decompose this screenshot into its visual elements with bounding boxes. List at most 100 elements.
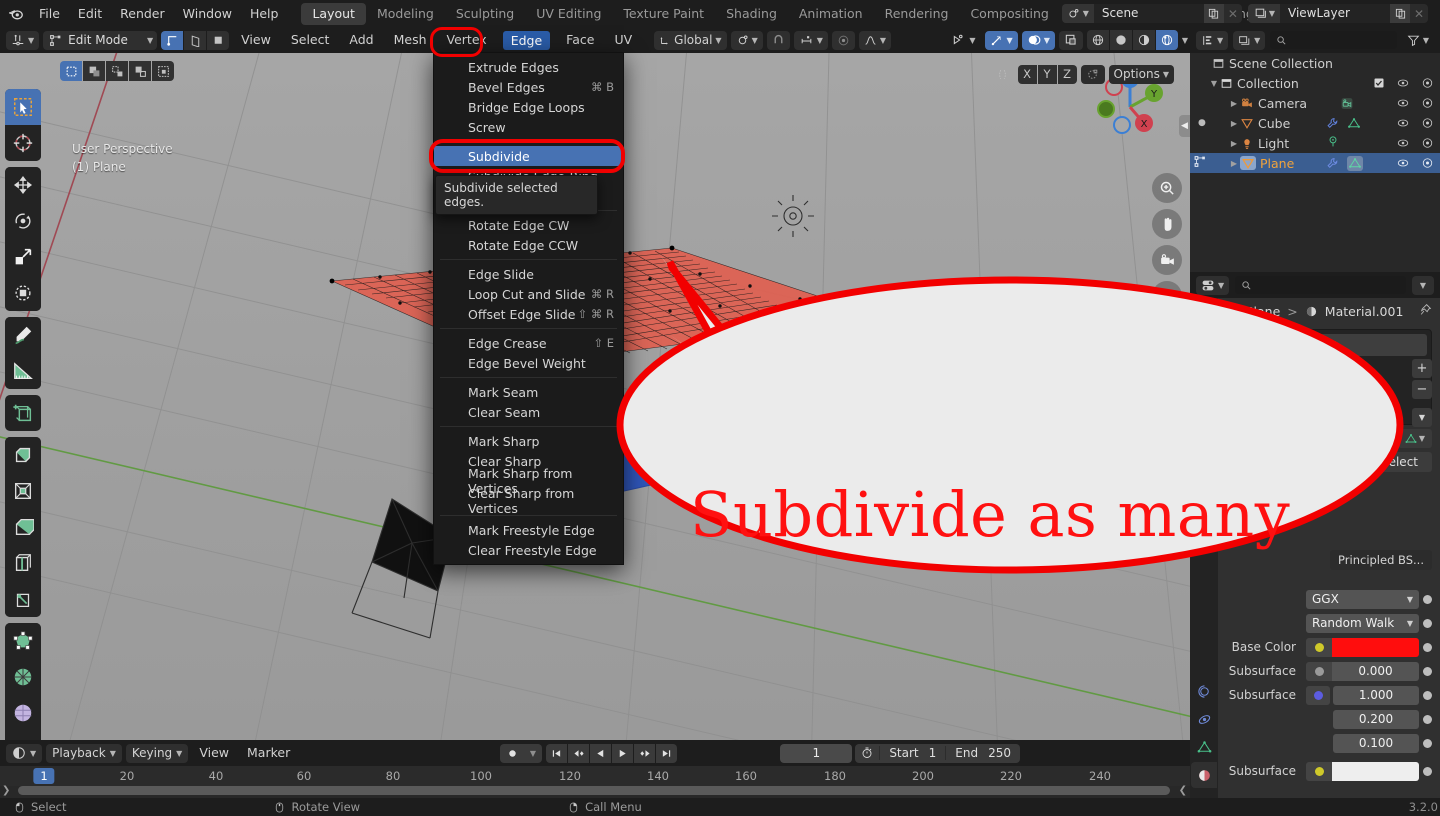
cursor-tool-icon[interactable] [5, 125, 41, 161]
unlink-material-icon[interactable]: ✕ [1365, 429, 1389, 448]
camera-data-icon[interactable] [1340, 97, 1354, 110]
menu-item-rotate-edge-cw[interactable]: Rotate Edge CW [434, 215, 623, 235]
editor-type-icon[interactable]: ▼ [6, 30, 40, 50]
smooth-tool-icon[interactable] [5, 695, 41, 731]
scroll-left-arrow-icon[interactable]: ❯ [2, 785, 10, 796]
workspace-tab-texture-paint[interactable]: Texture Paint [612, 3, 715, 25]
proportional-edit-icon[interactable] [831, 30, 855, 50]
timeline-editor[interactable]: ▼ Playback ▼ Keying ▼ View Marker ▼ 1 St… [0, 740, 1190, 798]
mode-selector[interactable]: Edit Mode ▼ [43, 30, 158, 50]
material-data-selector[interactable]: ▼ [1398, 429, 1432, 448]
tweak-tool-icon[interactable] [5, 89, 41, 125]
menu-item-extrude-edges[interactable]: Extrude Edges [434, 57, 623, 77]
expand-triangle-icon[interactable]: ▶ [1228, 119, 1240, 128]
scale-tool-icon[interactable] [5, 239, 41, 275]
tool-tab[interactable] [1191, 302, 1217, 328]
menu-item-bridge-edge-loops[interactable]: Bridge Edge Loops [434, 97, 623, 117]
menu-item-bevel-edges[interactable]: Bevel Edges ⌘ B [434, 77, 623, 97]
shading-wireframe-icon[interactable] [1086, 30, 1109, 50]
pan-icon[interactable] [1152, 209, 1182, 239]
material-slot-list[interactable]: Material.001 :::: [1228, 329, 1432, 425]
animate-dot[interactable] [1423, 738, 1432, 748]
expand-triangle-icon[interactable]: ▶ [1228, 99, 1240, 108]
mirror-icon[interactable] [992, 65, 1014, 84]
menu-help[interactable]: Help [241, 0, 288, 27]
expand-triangle-icon[interactable]: ▶ [1228, 159, 1240, 168]
menu-window[interactable]: Window [174, 0, 241, 27]
play-reverse-icon[interactable] [590, 743, 611, 763]
gizmo-icon[interactable]: ▼ [984, 30, 1018, 50]
mesh-data-icon[interactable] [1348, 157, 1362, 170]
select-difference-icon[interactable] [129, 61, 151, 81]
spin-tool-icon[interactable] [5, 659, 41, 695]
eye-icon[interactable] [1396, 137, 1410, 149]
constraints-tab[interactable] [1191, 706, 1217, 732]
subsurface-radius-socket[interactable] [1306, 685, 1330, 705]
auto-merge-icon[interactable] [1080, 64, 1105, 84]
eye-icon[interactable] [1396, 117, 1410, 129]
mirror-axis-x[interactable]: X [1017, 64, 1037, 84]
face-select-mode-icon[interactable] [207, 30, 230, 50]
camera-render-icon[interactable] [1421, 157, 1434, 169]
menu-render[interactable]: Render [111, 0, 174, 27]
breadcrumb-object[interactable]: Plane [1246, 304, 1280, 319]
prev-keyframe-icon[interactable] [568, 743, 589, 763]
checkbox-icon[interactable] [1373, 77, 1385, 89]
knife-tool-icon[interactable] [5, 581, 41, 617]
menu-item-edge-bevel-weight[interactable]: Edge Bevel Weight [434, 353, 623, 373]
camera-render-icon[interactable] [1421, 117, 1434, 129]
xray-icon[interactable] [1058, 30, 1083, 50]
menu-item-screw[interactable]: Screw [434, 117, 623, 137]
expand-triangle-icon[interactable]: ▼ [1208, 79, 1220, 88]
menu-item-edge-crease[interactable]: Edge Crease ⇧ E [434, 333, 623, 353]
menu-item-mark-seam[interactable]: Mark Seam [434, 382, 623, 402]
menu-item-clear-freestyle-edge[interactable]: Clear Freestyle Edge [434, 540, 623, 560]
material-tab[interactable] [1191, 762, 1217, 788]
properties-options-chevron-down-icon[interactable]: ▼ [1412, 275, 1434, 295]
filter-id-icon[interactable]: ▼ [1233, 30, 1266, 50]
viewlayer-datablock[interactable]: ▼ ViewLayer ✕ [1247, 4, 1428, 23]
outliner-row-scene-collection[interactable]: Scene Collection [1190, 53, 1440, 73]
proportional-falloff-icon[interactable]: ▼ [858, 30, 892, 50]
base-color-socket[interactable] [1306, 637, 1332, 657]
sidebar-toggle-icon[interactable]: ◀ [1179, 115, 1190, 137]
viewport-options-button[interactable]: Options ▼ [1108, 64, 1174, 84]
auto-keying-chevron-down-icon[interactable]: ▼ [524, 749, 542, 758]
animate-dot[interactable] [1423, 714, 1432, 724]
eye-icon[interactable] [1396, 97, 1410, 109]
surface-node-selector[interactable]: Principled BS... [1330, 550, 1432, 570]
timeline-horizontal-scrollbar[interactable] [18, 786, 1170, 795]
menu-item-rotate-edge-ccw[interactable]: Rotate Edge CCW [434, 235, 623, 255]
play-icon[interactable] [612, 743, 633, 763]
eye-icon[interactable] [1396, 157, 1410, 169]
blender-logo-icon[interactable] [0, 0, 30, 27]
menu-file[interactable]: File [30, 0, 69, 27]
subsurface-color-socket[interactable] [1306, 761, 1332, 781]
subsurface-radius-z[interactable]: 0.100 [1333, 733, 1419, 753]
workspace-tab-shading[interactable]: Shading [715, 3, 788, 25]
shading-chevron-down-icon[interactable]: ▼ [1182, 36, 1188, 45]
viewport-menu-vertex[interactable]: Vertex [439, 27, 495, 53]
playhead[interactable]: 1 [33, 768, 55, 784]
timeline-menu-playback[interactable]: Playback ▼ [46, 743, 122, 763]
base-color-swatch[interactable] [1332, 637, 1419, 657]
animate-dot[interactable] [1423, 594, 1432, 604]
outliner-row-collection[interactable]: ▼ Collection [1190, 73, 1440, 93]
menu-item-mark-freestyle-edge[interactable]: Mark Freestyle Edge [434, 520, 623, 540]
shading-material-preview-icon[interactable] [1132, 30, 1155, 50]
data-tab[interactable] [1191, 734, 1217, 760]
camera-render-icon[interactable] [1421, 137, 1434, 149]
stopwatch-icon[interactable] [855, 747, 879, 759]
camera-render-icon[interactable] [1421, 97, 1434, 109]
outliner-search-input[interactable] [1270, 31, 1397, 49]
measure-tool-icon[interactable] [5, 353, 41, 389]
outliner-row-light[interactable]: ▶ Light [1190, 133, 1440, 153]
viewlayer-name[interactable]: ViewLayer [1280, 4, 1390, 23]
output-tab[interactable] [1191, 358, 1217, 384]
edge-select-mode-icon[interactable] [184, 30, 207, 50]
current-frame-field[interactable]: 1 [780, 743, 853, 763]
animate-dot[interactable] [1423, 690, 1432, 700]
snap-increment-icon[interactable]: ▼ [793, 30, 828, 50]
duplicate-material-icon[interactable] [1338, 429, 1362, 448]
pin-icon[interactable] [1419, 303, 1432, 319]
